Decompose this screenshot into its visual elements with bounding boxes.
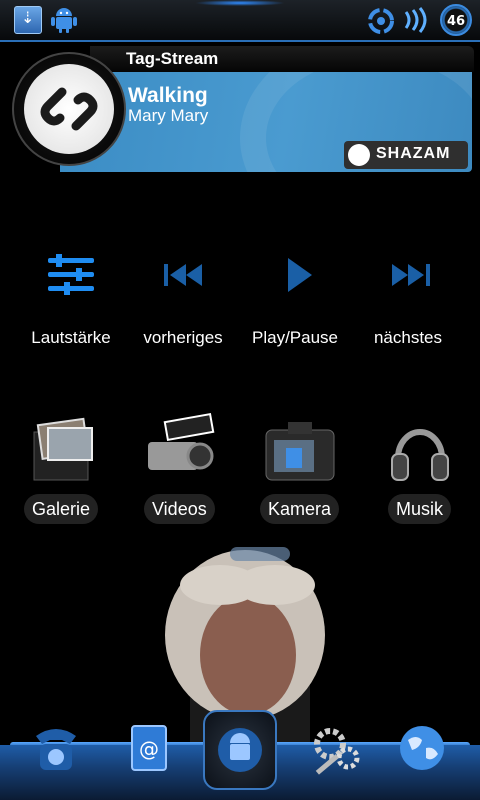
camera-icon bbox=[265, 422, 335, 481]
play-pause-label: Play/Pause bbox=[252, 328, 338, 347]
next-label: nächstes bbox=[373, 328, 443, 347]
volume-button[interactable] bbox=[16, 250, 126, 310]
previous-button[interactable] bbox=[128, 250, 238, 310]
song-title: Walking bbox=[128, 84, 208, 107]
volume-label: Lautstärke bbox=[31, 328, 111, 347]
browser-button[interactable] bbox=[392, 718, 452, 778]
gallery-icon bbox=[33, 417, 93, 481]
shazam-brand-text: SHAZAM bbox=[376, 145, 451, 162]
status-bar[interactable]: 46 bbox=[0, 0, 480, 42]
headphones-icon bbox=[391, 429, 449, 481]
battery-icon: 46 bbox=[440, 4, 472, 36]
music-app[interactable] bbox=[380, 412, 460, 486]
phone-icon bbox=[36, 729, 76, 770]
sync-icon bbox=[368, 8, 394, 34]
phone-button[interactable] bbox=[26, 718, 86, 778]
previous-label: vorheriges bbox=[143, 328, 223, 347]
camera-label[interactable]: Kamera bbox=[260, 494, 340, 524]
status-bar-glow bbox=[195, 0, 285, 6]
play-icon bbox=[288, 258, 312, 292]
previous-track-icon bbox=[164, 264, 202, 286]
gallery-label[interactable]: Galerie bbox=[24, 494, 99, 524]
music-label[interactable]: Musik bbox=[388, 494, 452, 524]
contacts-button[interactable]: @ bbox=[118, 718, 178, 778]
shazam-small-logo-icon bbox=[348, 144, 370, 166]
browser-globe-icon bbox=[400, 726, 444, 770]
volume-sliders-icon bbox=[48, 254, 94, 295]
usb-debug-icon bbox=[14, 6, 42, 34]
svg-text:@: @ bbox=[139, 737, 159, 761]
settings-gears-icon bbox=[314, 728, 360, 775]
play-pause-button[interactable] bbox=[244, 250, 354, 310]
shazam-logo-icon[interactable] bbox=[24, 64, 114, 154]
next-button[interactable] bbox=[356, 250, 466, 310]
song-artist: Mary Mary bbox=[128, 106, 209, 125]
wifi-icon bbox=[404, 7, 427, 33]
camera-app[interactable] bbox=[260, 412, 340, 486]
videos-label[interactable]: Videos bbox=[144, 494, 215, 524]
contacts-icon: @ bbox=[131, 725, 167, 771]
app-drawer-button[interactable] bbox=[203, 710, 277, 790]
app-drawer-icon bbox=[218, 728, 262, 772]
video-camera-icon bbox=[148, 412, 215, 470]
widget-title: Tag-Stream bbox=[126, 49, 219, 68]
settings-button[interactable] bbox=[306, 718, 366, 778]
gallery-app[interactable] bbox=[22, 412, 102, 486]
next-track-icon bbox=[392, 264, 430, 286]
shazam-brand-badge[interactable]: SHAZAM bbox=[344, 141, 468, 169]
videos-app[interactable] bbox=[140, 412, 220, 486]
android-notify-icon bbox=[51, 8, 77, 33]
shazam-s-icon bbox=[40, 87, 98, 131]
